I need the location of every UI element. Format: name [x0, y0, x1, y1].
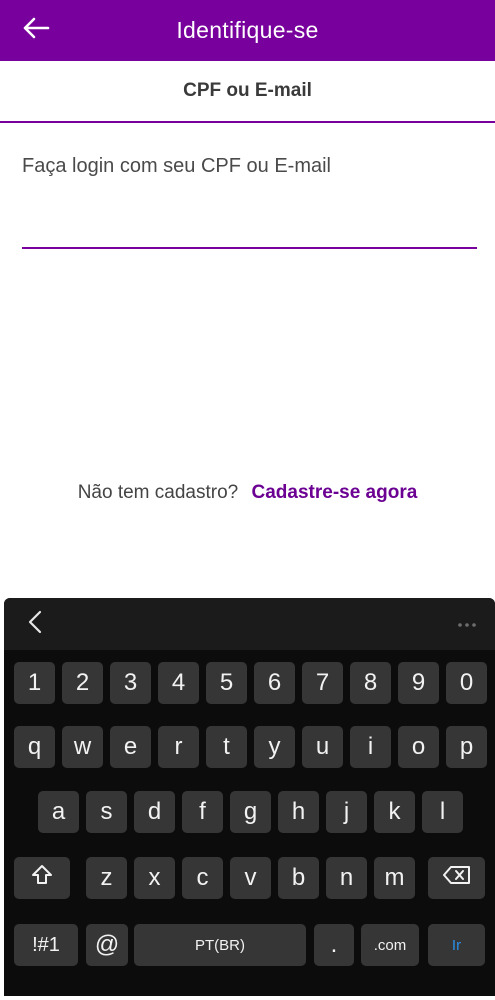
- key-m[interactable]: m: [374, 857, 415, 899]
- key-9[interactable]: 9: [398, 662, 439, 704]
- key-6[interactable]: 6: [254, 662, 295, 704]
- key-a[interactable]: a: [38, 791, 79, 833]
- key-3[interactable]: 3: [110, 662, 151, 704]
- key-t[interactable]: t: [206, 726, 247, 768]
- key-k[interactable]: k: [374, 791, 415, 833]
- key-r[interactable]: r: [158, 726, 199, 768]
- key-v[interactable]: v: [230, 857, 271, 899]
- key-j[interactable]: j: [326, 791, 367, 833]
- key-5[interactable]: 5: [206, 662, 247, 704]
- back-button[interactable]: [18, 14, 54, 46]
- chevron-left-icon: [28, 610, 42, 639]
- tab-cpf-email[interactable]: CPF ou E-mail: [183, 80, 312, 102]
- signup-link[interactable]: Cadastre-se agora: [252, 482, 418, 503]
- login-field-label: Faça login com seu CPF ou E-mail: [22, 155, 332, 177]
- key-i[interactable]: i: [350, 726, 391, 768]
- keyboard-collapse-button[interactable]: [20, 610, 50, 638]
- key-p[interactable]: p: [446, 726, 487, 768]
- at-key[interactable]: @: [86, 924, 128, 966]
- key-o[interactable]: o: [398, 726, 439, 768]
- key-d[interactable]: d: [134, 791, 175, 833]
- signup-question: Não tem cadastro?: [77, 482, 239, 503]
- backspace-key[interactable]: [428, 857, 485, 899]
- key-f[interactable]: f: [182, 791, 223, 833]
- page-title: Identifique-se: [176, 17, 319, 43]
- signup-prompt: Não tem cadastro? Cadastre-se agora: [0, 482, 495, 504]
- key-s[interactable]: s: [86, 791, 127, 833]
- app-header: Identifique-se: [0, 0, 495, 61]
- key-b[interactable]: b: [278, 857, 319, 899]
- key-e[interactable]: e: [110, 726, 151, 768]
- key-n[interactable]: n: [326, 857, 367, 899]
- key-2[interactable]: 2: [62, 662, 103, 704]
- more-dots-icon: [457, 615, 477, 633]
- key-0[interactable]: 0: [446, 662, 487, 704]
- keyboard-toolbar: [4, 598, 495, 650]
- key-g[interactable]: g: [230, 791, 271, 833]
- cpf-email-input[interactable]: [22, 195, 477, 249]
- arrow-left-icon: [22, 17, 50, 44]
- key-1[interactable]: 1: [14, 662, 55, 704]
- key-u[interactable]: u: [302, 726, 343, 768]
- key-x[interactable]: x: [134, 857, 175, 899]
- dotcom-key[interactable]: .com: [361, 924, 419, 966]
- key-q[interactable]: q: [14, 726, 55, 768]
- shift-key[interactable]: [14, 857, 70, 899]
- key-l[interactable]: l: [422, 791, 463, 833]
- backspace-icon: [442, 864, 471, 892]
- key-7[interactable]: 7: [302, 662, 343, 704]
- go-key[interactable]: Ir: [428, 924, 485, 966]
- keyboard-more-button[interactable]: [453, 610, 481, 638]
- key-h[interactable]: h: [278, 791, 319, 833]
- period-key[interactable]: .: [314, 924, 354, 966]
- key-c[interactable]: c: [182, 857, 223, 899]
- space-key[interactable]: PT(BR): [134, 924, 306, 966]
- shift-icon: [30, 863, 54, 894]
- login-field-group: Faça login com seu CPF ou E-mail: [22, 155, 477, 249]
- key-y[interactable]: y: [254, 726, 295, 768]
- key-4[interactable]: 4: [158, 662, 199, 704]
- key-w[interactable]: w: [62, 726, 103, 768]
- key-z[interactable]: z: [86, 857, 127, 899]
- tab-bar: CPF ou E-mail: [0, 61, 495, 123]
- symbols-key[interactable]: !#1: [14, 924, 78, 966]
- key-8[interactable]: 8: [350, 662, 391, 704]
- soft-keyboard: 1 2 3 4 5 6 7 8 9 0 q w e r t y u i o p …: [4, 598, 495, 996]
